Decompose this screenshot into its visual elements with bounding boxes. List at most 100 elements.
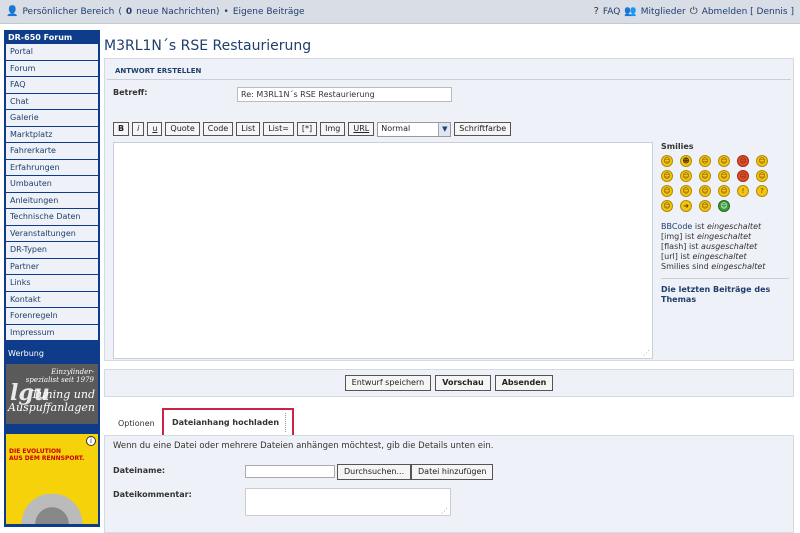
- sidebar-item-galerie[interactable]: Galerie: [6, 110, 98, 127]
- reply-panel-header: ANTWORT ERSTELLEN: [107, 59, 791, 80]
- font-color-button[interactable]: Schriftfarbe: [454, 122, 512, 136]
- smiley-icon[interactable]: ☺: [661, 170, 673, 182]
- sidebar-item-anleitungen[interactable]: Anleitungen: [6, 192, 98, 209]
- messages-link[interactable]: neue Nachrichten): [136, 7, 219, 17]
- resize-grip-icon[interactable]: ⋰: [441, 507, 448, 515]
- quote-button[interactable]: Quote: [165, 122, 200, 136]
- font-size-select[interactable]: Normal ▼: [377, 121, 452, 137]
- sidebar-item-marktplatz[interactable]: Marktplatz: [6, 126, 98, 143]
- smiley-icon[interactable]: ☺: [699, 170, 711, 182]
- own-posts-link[interactable]: Eigene Beiträge: [233, 7, 305, 17]
- bbcode-link[interactable]: BBCode: [661, 222, 692, 231]
- sidebar-item-faq[interactable]: FAQ: [6, 77, 98, 94]
- smiley-icon[interactable]: ☺: [661, 155, 673, 167]
- resize-grip-icon[interactable]: ⋰: [643, 349, 650, 357]
- smiley-icon[interactable]: ☹: [699, 155, 711, 167]
- sidebar-item-fahrerkarte[interactable]: Fahrerkarte: [6, 143, 98, 160]
- ad-rennsport-banner[interactable]: i DIE EVOLUTION AUS DEM RENNSPORT.: [6, 434, 98, 524]
- messages-count: 0: [125, 6, 133, 17]
- smiley-grid: ☺ ☻ ☹ ☺ ☹ ☺ ☺ ☺ ☺ ☺ ☹ ☺ ☺ ☺ ☺ ☺!? ☺ ➜ ☺ ☺: [661, 155, 789, 212]
- sidebar-item-umbauten[interactable]: Umbauten: [6, 176, 98, 193]
- messages-open: (: [118, 6, 122, 17]
- add-file-button[interactable]: Datei hinzufügen: [411, 464, 494, 480]
- main-content: M3RL1N´s RSE Restaurierung ANTWORT ERSTE…: [104, 30, 800, 533]
- smiley-icon[interactable]: ➜: [680, 200, 692, 212]
- smiley-icon[interactable]: !: [737, 185, 749, 197]
- ordered-list-button[interactable]: List=: [263, 122, 294, 136]
- sidebar-items: Portal Forum FAQ Chat Galerie Marktplatz Fahre…: [4, 44, 100, 341]
- smiley-icon[interactable]: ☺: [718, 185, 730, 197]
- subject-label: Betreff:: [113, 88, 148, 97]
- smilies-title: Smilies: [661, 142, 694, 151]
- ad-rennsport-line1: DIE EVOLUTION: [9, 448, 62, 455]
- sidebar-item-erfahrungen[interactable]: Erfahrungen: [6, 159, 98, 176]
- smiley-icon[interactable]: ☹: [737, 170, 749, 182]
- url-state: eingeschaltet: [692, 252, 747, 261]
- url-button[interactable]: URL: [348, 122, 375, 136]
- list-button[interactable]: List: [236, 122, 261, 136]
- smiley-icon[interactable]: ☺: [680, 170, 692, 182]
- subject-input[interactable]: [237, 87, 452, 102]
- sidebar-item-forum[interactable]: Forum: [6, 60, 98, 77]
- subject-row: Betreff:: [105, 80, 793, 110]
- smiley-icon[interactable]: ☺: [718, 200, 730, 212]
- bbcode-state: eingeschaltet: [706, 222, 762, 231]
- user-icon: 👤: [6, 6, 19, 17]
- smiley-icon[interactable]: ☹: [737, 155, 749, 167]
- tab-attachment-label: Dateianhang hochladen: [172, 418, 280, 427]
- ads-label: Werbung: [8, 349, 44, 358]
- info-icon[interactable]: i: [86, 436, 96, 446]
- members-icon: 👥: [624, 6, 637, 17]
- page-title[interactable]: M3RL1N´s RSE Restaurierung: [104, 30, 800, 58]
- smiley-icon[interactable]: ☺: [680, 185, 692, 197]
- sidebar-item-forenregeln[interactable]: Forenregeln: [6, 308, 98, 325]
- smiley-icon[interactable]: ☺: [756, 170, 768, 182]
- code-button[interactable]: Code: [202, 122, 234, 136]
- url-status-text: [url] ist: [661, 252, 690, 261]
- members-link[interactable]: Mitglieder: [641, 7, 686, 17]
- img-button[interactable]: Img: [320, 122, 346, 136]
- bold-button[interactable]: B: [113, 122, 130, 136]
- browse-button[interactable]: Durchsuchen...: [337, 464, 412, 480]
- submit-button[interactable]: Absenden: [494, 375, 554, 391]
- ad-lgu-banner[interactable]: Einzylinder-spezialist seit 1979 lgu Tun…: [6, 364, 98, 424]
- preview-button[interactable]: Vorschau: [435, 375, 491, 391]
- faq-link[interactable]: FAQ: [603, 7, 620, 17]
- italic-button[interactable]: i: [132, 122, 145, 136]
- tab-options[interactable]: Optionen: [118, 415, 163, 429]
- latest-posts-link[interactable]: Die letzten Beiträge des Themas: [661, 278, 789, 305]
- smiley-icon[interactable]: ☺: [718, 155, 730, 167]
- sidebar-item-partner[interactable]: Partner: [6, 258, 98, 275]
- sidebar-item-technische-daten[interactable]: Technische Daten: [6, 209, 98, 226]
- list-item-button[interactable]: [*]: [296, 122, 318, 136]
- sidebar-item-links[interactable]: Links: [6, 275, 98, 292]
- personal-area-link[interactable]: Persönlicher Bereich: [22, 7, 114, 17]
- smiley-icon[interactable]: ☺: [718, 170, 730, 182]
- file-comment-textarea[interactable]: ⋰: [245, 488, 451, 516]
- ad-lgu-services: Tuning und Auspuffanlagen: [8, 388, 95, 414]
- sidebar-item-dr-typen[interactable]: DR-Typen: [6, 242, 98, 259]
- smiley-icon[interactable]: ☺: [756, 155, 768, 167]
- smiley-icon[interactable]: ☺: [699, 200, 711, 212]
- message-textarea[interactable]: ⋰: [113, 142, 653, 359]
- chevron-down-icon: ▼: [438, 122, 451, 136]
- tab-attachment[interactable]: Dateianhang hochladen: [162, 408, 294, 435]
- ad-rennsport-line2: AUS DEM RENNSPORT.: [9, 455, 85, 462]
- sidebar-item-kontakt[interactable]: Kontakt: [6, 291, 98, 308]
- attachment-panel: Wenn du eine Datei oder mehrere Dateien …: [104, 435, 794, 533]
- sidebar-item-portal[interactable]: Portal: [6, 44, 98, 61]
- sidebar-item-veranstaltungen[interactable]: Veranstaltungen: [6, 225, 98, 242]
- attachment-intro: Wenn du eine Datei oder mehrere Dateien …: [113, 441, 494, 451]
- underline-button[interactable]: u: [147, 122, 163, 136]
- smiley-icon[interactable]: ☺: [661, 185, 673, 197]
- sidebar-item-impressum[interactable]: Impressum: [6, 324, 98, 341]
- logout-link[interactable]: Abmelden [ Dennis ]: [702, 7, 794, 17]
- smiley-icon[interactable]: ☺: [661, 200, 673, 212]
- file-input[interactable]: [245, 465, 335, 478]
- smiley-icon[interactable]: ☺: [699, 185, 711, 197]
- filename-label: Dateiname:: [113, 466, 166, 475]
- save-draft-button[interactable]: Entwurf speichern: [344, 375, 432, 391]
- sidebar-item-chat[interactable]: Chat: [6, 93, 98, 110]
- smiley-icon[interactable]: ☻: [680, 155, 692, 167]
- smiley-icon[interactable]: ?: [756, 185, 768, 197]
